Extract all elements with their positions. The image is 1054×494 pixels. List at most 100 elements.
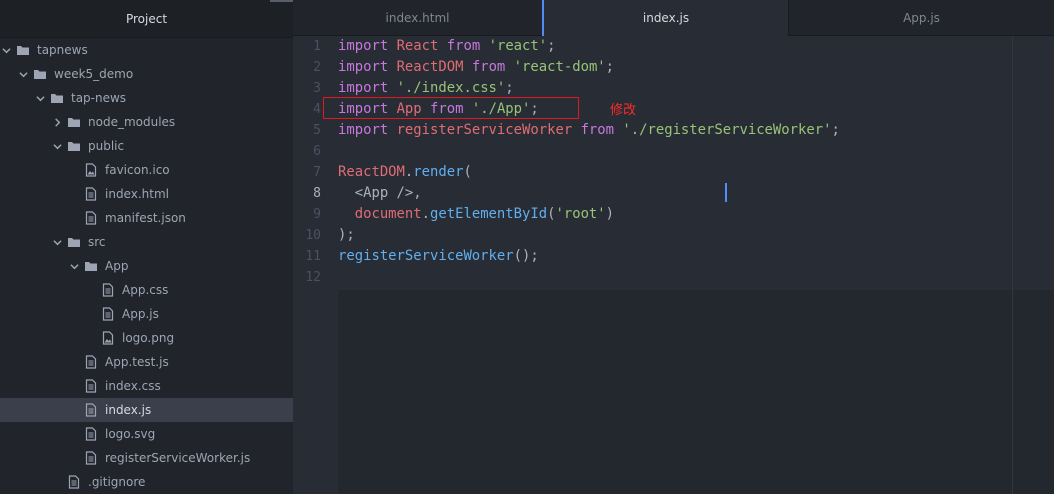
code-token: (); bbox=[513, 248, 539, 264]
text-cursor bbox=[725, 183, 727, 202]
code-token: ; bbox=[547, 38, 556, 54]
tree-item-label: week5_demo bbox=[54, 67, 134, 81]
code-line[interactable]: registerServiceWorker(); bbox=[338, 246, 539, 267]
chevron-down-icon[interactable] bbox=[51, 236, 63, 248]
tree-file-app-test-js[interactable]: App.test.js bbox=[0, 350, 293, 374]
annotation-label: 修改 bbox=[610, 103, 637, 118]
chevron-down-icon[interactable] bbox=[0, 44, 12, 56]
tree-file-registerserviceworker-js[interactable]: registerServiceWorker.js bbox=[0, 446, 293, 470]
code-token: ) bbox=[605, 206, 615, 222]
chevron-down-icon[interactable] bbox=[34, 92, 46, 104]
code-line[interactable]: document.getElementById('root') bbox=[338, 204, 614, 225]
tree-item-label: index.html bbox=[105, 187, 169, 201]
code-line[interactable]: import registerServiceWorker from './reg… bbox=[338, 120, 840, 141]
tree-folder-week5-demo[interactable]: week5_demo bbox=[0, 62, 293, 86]
code-token: . bbox=[421, 206, 431, 222]
line-number: 6 bbox=[313, 144, 321, 159]
file-icon bbox=[84, 403, 98, 417]
folder-icon bbox=[84, 259, 98, 273]
chevron-down-icon[interactable] bbox=[51, 140, 63, 152]
wrap-guide bbox=[1012, 36, 1013, 494]
code-line[interactable]: <App />, bbox=[338, 183, 430, 204]
code-token: <App />, bbox=[338, 185, 430, 201]
code-token: 'root' bbox=[555, 206, 606, 222]
tree-folder-tapnews[interactable]: tapnews bbox=[0, 38, 293, 62]
tree-file-index-js[interactable]: index.js bbox=[0, 398, 293, 422]
code-line[interactable]: import ReactDOM from 'react-dom'; bbox=[338, 57, 614, 78]
tab-index-js[interactable]: index.js bbox=[542, 0, 789, 36]
project-tree-panel: Project tapnews week5_demo tap-news node_mo… bbox=[0, 0, 293, 494]
code-line[interactable]: import React from 'react'; bbox=[338, 36, 556, 57]
tree-item-label: App.js bbox=[122, 307, 159, 321]
project-panel-title: Project bbox=[0, 0, 293, 38]
tree-file-app-js[interactable]: App.js bbox=[0, 302, 293, 326]
tree-item-label: App.test.js bbox=[105, 355, 169, 369]
tree-folder-public[interactable]: public bbox=[0, 134, 293, 158]
line-number: 1 bbox=[313, 39, 321, 54]
tree-folder-node-modules[interactable]: node_modules bbox=[0, 110, 293, 134]
tree-file-index-html[interactable]: index.html bbox=[0, 182, 293, 206]
tab-app-js[interactable]: App.js bbox=[789, 0, 1054, 36]
line-number: 12 bbox=[305, 270, 321, 285]
code-line[interactable]: ); bbox=[338, 225, 355, 246]
code-token: ReactDOM bbox=[338, 164, 405, 180]
line-number: 3 bbox=[313, 81, 321, 96]
code-token: import bbox=[338, 122, 389, 138]
line-number: 2 bbox=[313, 60, 321, 75]
file-icon bbox=[84, 211, 98, 225]
tree-file-favicon-ico[interactable]: favicon.ico bbox=[0, 158, 293, 182]
code-token: from bbox=[446, 38, 481, 54]
file-icon bbox=[84, 379, 98, 393]
code-token: from bbox=[471, 59, 506, 75]
file-icon bbox=[84, 427, 98, 441]
code-token: React bbox=[396, 38, 439, 54]
line-number: 4 bbox=[313, 102, 321, 117]
code-token: import bbox=[338, 80, 389, 96]
tree-item-label: App.css bbox=[122, 283, 169, 297]
tree-folder-tap-news[interactable]: tap-news bbox=[0, 86, 293, 110]
tree-file-logo-png[interactable]: logo.png bbox=[0, 326, 293, 350]
code-token: ; bbox=[831, 122, 840, 138]
chevron-down-icon[interactable] bbox=[68, 260, 80, 272]
tree-folder-app[interactable]: App bbox=[0, 254, 293, 278]
code-token: ( bbox=[463, 164, 472, 180]
file-icon bbox=[101, 307, 115, 321]
tab-index-html[interactable]: index.html bbox=[293, 0, 543, 36]
tree-file-gitignore[interactable]: .gitignore bbox=[0, 470, 293, 494]
tree-folder-src[interactable]: src bbox=[0, 230, 293, 254]
tree-item-label: index.css bbox=[105, 379, 161, 393]
tree-item-label: logo.png bbox=[122, 331, 175, 345]
line-number: 8 bbox=[313, 186, 321, 201]
code-token: registerServiceWorker bbox=[396, 122, 573, 138]
chevron-down-icon[interactable] bbox=[17, 68, 29, 80]
tree-file-logo-svg[interactable]: logo.svg bbox=[0, 422, 293, 446]
tree-file-index-css[interactable]: index.css bbox=[0, 374, 293, 398]
tree-item-label: src bbox=[88, 235, 106, 249]
tree-file-manifest-json[interactable]: manifest.json bbox=[0, 206, 293, 230]
line-number: 10 bbox=[305, 228, 321, 243]
image-file-icon bbox=[101, 331, 115, 345]
tree-item-label: index.js bbox=[105, 403, 152, 417]
code-token: import bbox=[338, 59, 389, 75]
folder-icon bbox=[67, 139, 81, 153]
folder-icon bbox=[67, 235, 81, 249]
code-token: 'react-dom' bbox=[513, 59, 606, 75]
tree-file-app-css[interactable]: App.css bbox=[0, 278, 293, 302]
code-token: getElementById bbox=[430, 206, 548, 222]
code-line[interactable]: import './index.css'; bbox=[338, 78, 514, 99]
line-number: 9 bbox=[313, 207, 321, 222]
file-icon bbox=[84, 355, 98, 369]
tab-label: index.html bbox=[385, 11, 450, 25]
chevron-right-icon[interactable] bbox=[51, 116, 63, 128]
tree-item-label: manifest.json bbox=[105, 211, 186, 225]
code-line[interactable]: ReactDOM.render( bbox=[338, 162, 472, 183]
